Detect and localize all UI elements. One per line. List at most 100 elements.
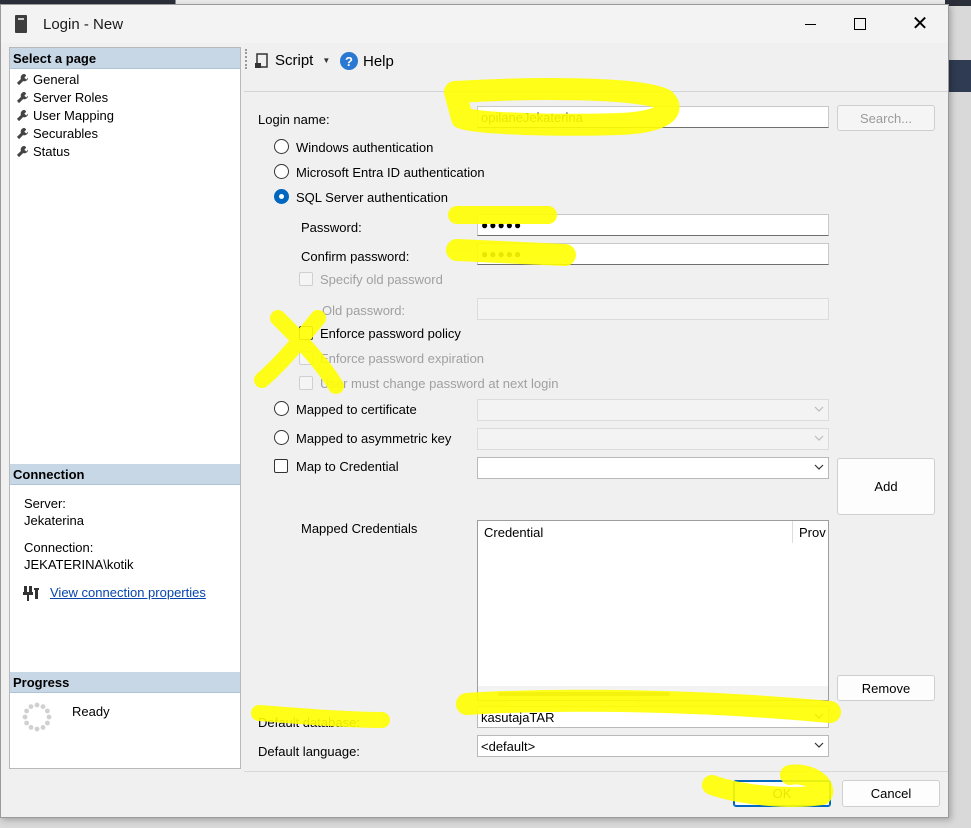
connection-value: JEKATERINA\kotik (24, 557, 134, 572)
confirm-password-label: Confirm password: (301, 249, 410, 264)
login-name-input[interactable]: opilaneJekaterina (477, 106, 829, 128)
sidebar-item-general[interactable]: General (16, 70, 79, 88)
connection-properties-icon (23, 586, 39, 601)
mapped-asym-key-radio[interactable] (274, 430, 289, 445)
dialog-footer: OK Cancel (244, 771, 948, 817)
help-label: Help (363, 52, 394, 70)
select-page-header: Select a page (10, 48, 240, 69)
cancel-button[interactable]: Cancel (842, 780, 940, 807)
sql-auth-label[interactable]: SQL Server authentication (296, 190, 448, 205)
script-icon (255, 52, 268, 68)
sidebar-item-server-roles[interactable]: Server Roles (16, 88, 108, 106)
script-dropdown-icon[interactable]: ▼ (322, 56, 330, 65)
login-dialog: Login - New ✕ Select a page General Serv… (0, 4, 949, 818)
close-icon: ✕ (911, 13, 929, 35)
sidebar-item-status[interactable]: Status (16, 142, 70, 160)
minimize-icon (804, 23, 816, 25)
confirm-password-input[interactable]: ●●●●● (477, 243, 829, 265)
script-button[interactable]: Script ▼ (254, 52, 330, 69)
mapped-credentials-label: Mapped Credentials (301, 521, 418, 536)
enforce-policy-checkbox[interactable] (299, 326, 313, 340)
title-bar[interactable]: Login - New ✕ (1, 5, 948, 43)
default-language-select[interactable]: <default> (477, 735, 829, 757)
server-value: Jekaterina (24, 513, 84, 528)
must-change-checkbox[interactable] (299, 376, 313, 390)
toolbar-grip[interactable] (245, 49, 247, 69)
wrench-icon (16, 127, 29, 139)
progress-status: Ready (72, 704, 110, 719)
general-page: Login name: opilaneJekaterina Search... … (244, 91, 948, 771)
toolbar: Script ▼ ? Help (244, 43, 948, 77)
maximize-icon (854, 18, 866, 30)
scrollbar-thumb[interactable] (498, 692, 670, 696)
chevron-down-icon (814, 464, 824, 470)
map-credential-label[interactable]: Map to Credential (296, 459, 399, 474)
chevron-down-icon (814, 713, 824, 719)
default-language-value: <default> (481, 739, 536, 754)
window-title: Login - New (43, 16, 124, 33)
horizontal-scrollbar[interactable] (478, 686, 828, 700)
search-button[interactable]: Search... (837, 105, 935, 131)
chevron-down-icon (814, 742, 824, 748)
progress-header: Progress (10, 672, 240, 693)
old-password-label: Old password: (322, 303, 406, 318)
mapped-asym-key-label[interactable]: Mapped to asymmetric key (296, 431, 451, 446)
must-change-label: User must change password at next login (320, 376, 559, 391)
specify-old-password-checkbox[interactable] (299, 272, 313, 286)
wrench-icon (16, 145, 29, 157)
enforce-expiration-checkbox[interactable] (299, 351, 313, 365)
certificate-select[interactable] (477, 399, 829, 421)
wrench-icon (16, 91, 29, 103)
default-database-select[interactable]: kasutajaTAR (477, 706, 829, 728)
credential-select[interactable] (477, 457, 829, 479)
chevron-down-icon (814, 406, 824, 412)
server-label: Server: (24, 496, 66, 511)
progress-spinner-icon (22, 702, 52, 732)
help-button[interactable]: ? Help (340, 52, 394, 70)
sidebar: Select a page General Server Roles User … (9, 47, 241, 769)
remove-credential-button[interactable]: Remove (837, 675, 935, 701)
sidebar-item-user-mapping[interactable]: User Mapping (16, 106, 114, 124)
default-language-label: Default language: (258, 744, 360, 759)
sidebar-item-label: User Mapping (33, 107, 114, 123)
app-icon (15, 15, 27, 33)
wrench-icon (16, 73, 29, 85)
maximize-button[interactable] (837, 5, 883, 43)
entra-auth-radio[interactable] (274, 164, 289, 179)
provider-column-header[interactable]: Prov (793, 521, 828, 543)
credential-column-header[interactable]: Credential (478, 521, 549, 543)
map-credential-checkbox[interactable] (274, 459, 288, 473)
default-database-value: kasutajaTAR (481, 710, 555, 725)
mapped-certificate-radio[interactable] (274, 401, 289, 416)
ok-button[interactable]: OK (733, 780, 831, 807)
mapped-credentials-grid[interactable]: Credential Prov (477, 520, 829, 701)
help-icon: ? (340, 52, 358, 70)
password-label: Password: (301, 220, 362, 235)
entra-auth-label[interactable]: Microsoft Entra ID authentication (296, 165, 485, 180)
connection-label: Connection: (24, 540, 94, 555)
connection-header: Connection (10, 464, 240, 485)
default-database-label: Default database: (258, 715, 360, 730)
sql-auth-radio[interactable] (274, 189, 289, 204)
old-password-input[interactable] (477, 298, 829, 320)
sidebar-item-label: Securables (33, 125, 99, 141)
enforce-policy-label[interactable]: Enforce password policy (320, 326, 461, 341)
sidebar-item-securables[interactable]: Securables (16, 124, 98, 142)
sidebar-item-label: Status (33, 143, 70, 159)
script-label: Script (275, 52, 314, 69)
wrench-icon (16, 109, 29, 121)
sidebar-item-label: Server Roles (33, 89, 109, 105)
password-input[interactable]: ●●●●● (477, 214, 829, 236)
specify-old-password-label: Specify old password (320, 272, 443, 287)
login-name-label: Login name: (258, 112, 330, 127)
close-button[interactable]: ✕ (897, 5, 943, 43)
add-credential-button[interactable]: Add (837, 458, 935, 515)
windows-auth-label[interactable]: Windows authentication (296, 140, 433, 155)
minimize-button[interactable] (787, 5, 833, 43)
windows-auth-radio[interactable] (274, 139, 289, 154)
view-connection-properties-link[interactable]: View connection properties (50, 585, 206, 600)
asym-key-select[interactable] (477, 428, 829, 450)
mapped-certificate-label[interactable]: Mapped to certificate (296, 402, 417, 417)
background-window-edge (949, 60, 971, 92)
enforce-expiration-label: Enforce password expiration (320, 351, 485, 366)
